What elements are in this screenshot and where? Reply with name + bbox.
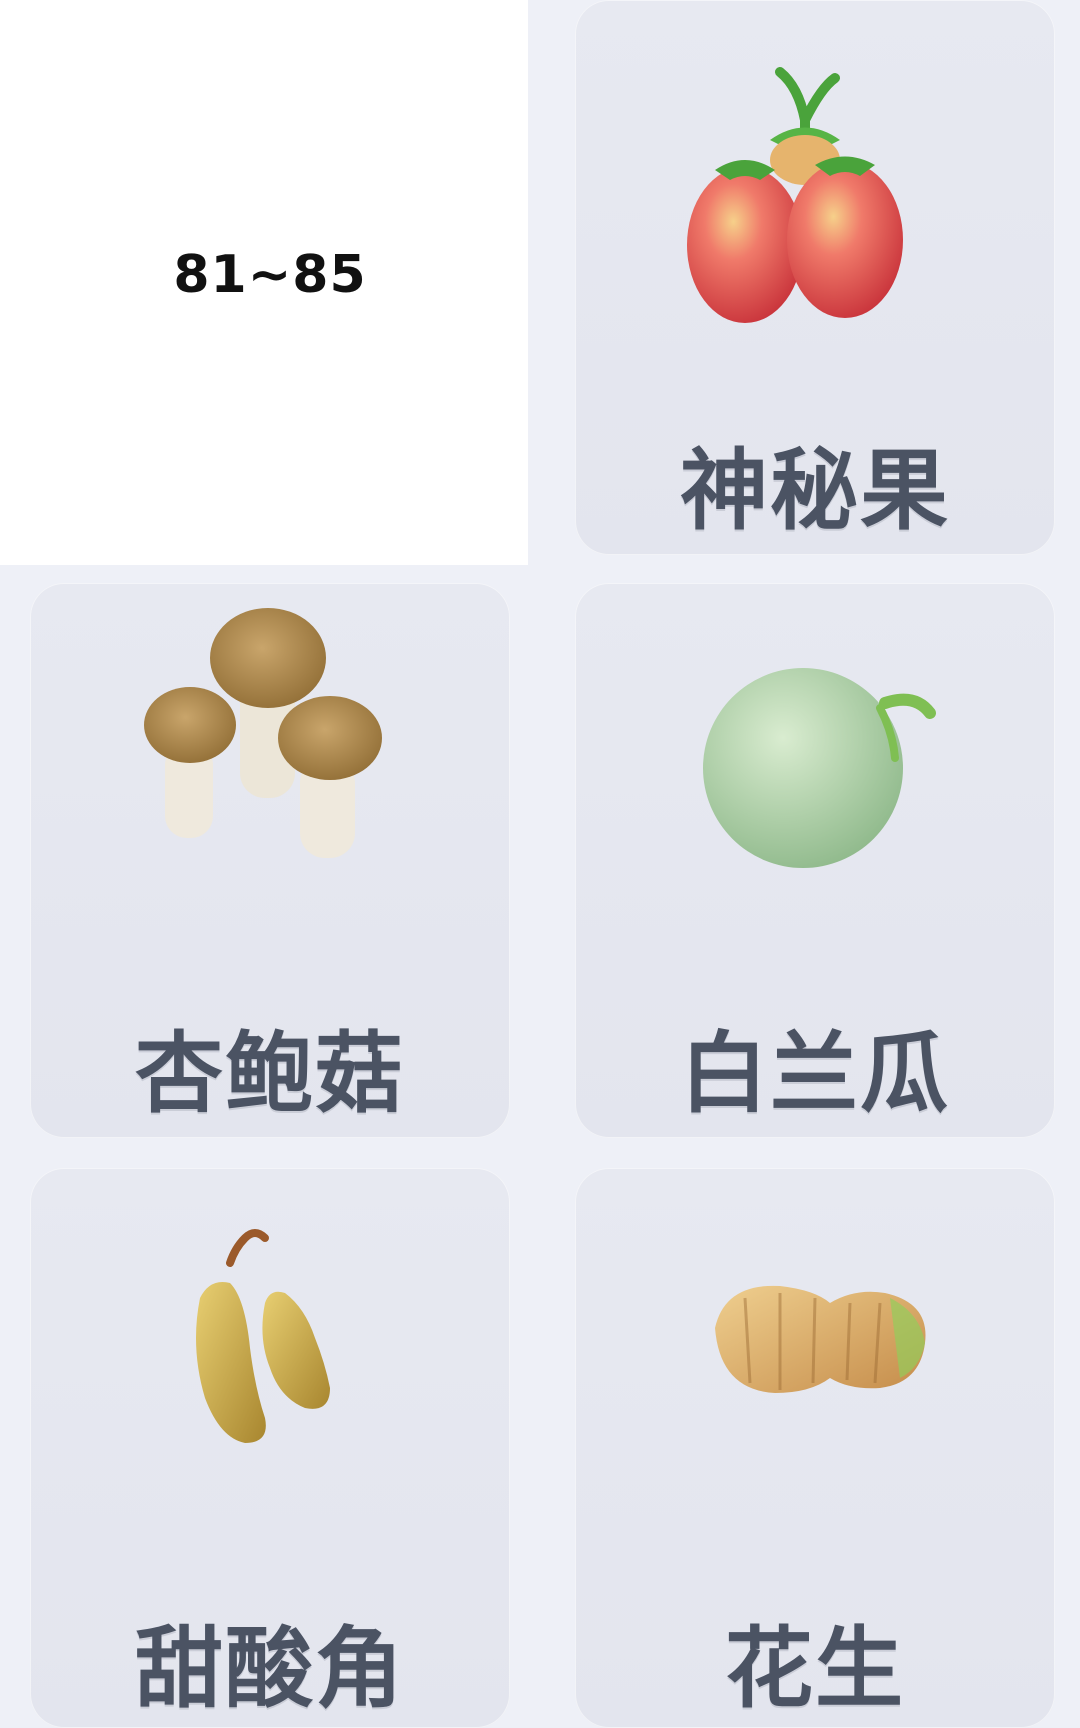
level-range-label: 81~85	[173, 245, 367, 305]
peanut-icon	[575, 1168, 1055, 1558]
item-card-peanut[interactable]: 花生	[575, 1168, 1055, 1728]
range-panel: 81~85	[0, 0, 528, 565]
item-card-tamarind[interactable]: 甜酸角	[30, 1168, 510, 1728]
item-card-honeydew-melon[interactable]: 白兰瓜	[575, 583, 1055, 1138]
item-name: 白兰瓜	[679, 1022, 950, 1125]
miracle-fruit-icon	[575, 0, 1055, 390]
honeydew-melon-icon	[575, 583, 1055, 973]
item-card-miracle-fruit[interactable]: 神秘果	[575, 0, 1055, 555]
item-card-king-oyster-mushroom[interactable]: 杏鲍菇	[30, 583, 510, 1138]
item-name: 杏鲍菇	[134, 1022, 405, 1125]
item-name: 甜酸角	[134, 1617, 405, 1720]
item-name: 花生	[724, 1617, 905, 1720]
king-oyster-mushroom-icon	[30, 583, 510, 973]
item-name: 神秘果	[679, 439, 950, 542]
tamarind-icon	[30, 1168, 510, 1558]
